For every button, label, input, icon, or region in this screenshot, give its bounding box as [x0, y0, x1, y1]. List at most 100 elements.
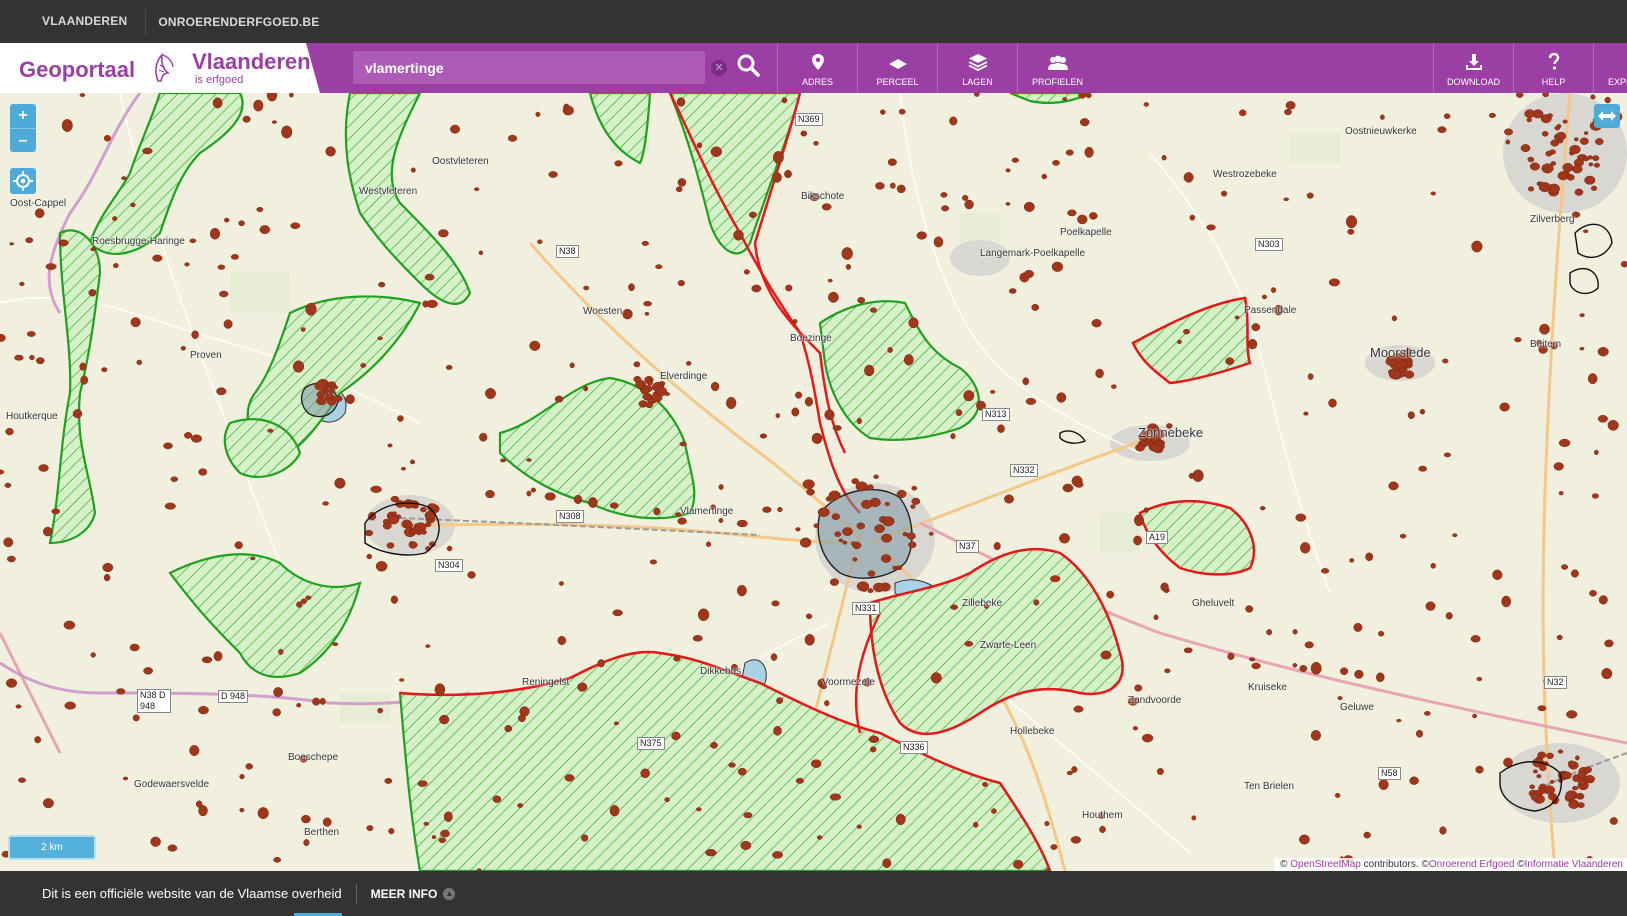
place-label: Poelkapelle: [1060, 227, 1112, 238]
brand-block[interactable]: Geoportaal Vlaanderen is erfgoed: [0, 43, 320, 93]
heritage-point: [686, 361, 692, 366]
topbar-link-vlaanderen[interactable]: VLAANDEREN: [0, 0, 145, 43]
heritage-point: [1572, 785, 1579, 791]
nav-lagen[interactable]: LAGEN: [937, 43, 1017, 93]
heritage-point: [653, 507, 661, 516]
nav-adres[interactable]: ADRES: [777, 43, 857, 93]
clear-search-icon[interactable]: ✕: [711, 60, 727, 76]
nav-adres-label: ADRES: [801, 77, 833, 87]
heritage-point: [300, 598, 307, 604]
nav-download[interactable]: DOWNLOAD: [1433, 43, 1513, 93]
heritage-point: [569, 362, 575, 369]
heritage-point: [850, 541, 857, 547]
heritage-point: [677, 280, 685, 287]
zoom-in-button[interactable]: +: [10, 104, 36, 128]
heritage-point: [1505, 139, 1511, 145]
nav-expert[interactable]: EXPE: [1593, 43, 1627, 93]
topbar-link-onroerenderfgoed[interactable]: ONROERENDERFGOED.BE: [145, 8, 337, 35]
heritage-point: [1592, 155, 1600, 161]
heritage-point: [1415, 729, 1424, 738]
zoom-out-button[interactable]: –: [10, 128, 36, 152]
heritage-point: [3, 537, 14, 548]
heritage-point: [1078, 93, 1087, 99]
heritage-point: [597, 659, 605, 668]
heritage-point: [1526, 117, 1532, 123]
heritage-point: [1225, 357, 1235, 366]
heritage-point: [889, 182, 896, 189]
more-info-button[interactable]: MEER INFO ▲: [357, 887, 456, 901]
heritage-point: [370, 485, 382, 493]
heritage-point: [423, 821, 430, 826]
heritage-point: [964, 640, 974, 647]
heritage-point: [29, 354, 35, 361]
heritage-point: [728, 762, 736, 768]
magnifier-icon[interactable]: [736, 53, 762, 79]
heritage-point: [1573, 137, 1579, 142]
heritage-point: [1074, 481, 1084, 488]
heritage-point: [841, 247, 853, 260]
heritage-point: [292, 360, 305, 373]
attribution-osm-link[interactable]: OpenStreetMap: [1290, 859, 1361, 870]
road-shield: N336: [900, 741, 928, 754]
heritage-point: [198, 705, 209, 715]
heritage-point: [1153, 614, 1159, 621]
heritage-point: [328, 388, 336, 394]
heritage-point: [1005, 202, 1011, 206]
heritage-point: [804, 396, 813, 407]
nav-perceel[interactable]: PERCEEL: [857, 43, 937, 93]
heritage-point: [1005, 168, 1011, 173]
heritage-point: [1409, 776, 1419, 785]
heritage-point: [884, 501, 890, 507]
heritage-point: [640, 768, 650, 779]
heritage-point: [799, 537, 812, 548]
heritage-point: [1365, 552, 1374, 562]
crosshair-icon: [13, 171, 33, 191]
heritage-point: [80, 375, 89, 385]
nav-lagen-label: LAGEN: [962, 77, 993, 87]
expand-panel-button[interactable]: [1594, 104, 1620, 128]
heritage-point: [573, 494, 583, 504]
heritage-point: [223, 319, 233, 329]
heritage-point: [1404, 370, 1415, 379]
heritage-point: [1418, 465, 1428, 472]
heritage-point: [392, 511, 397, 516]
search-input[interactable]: [353, 51, 705, 84]
heritage-point: [1532, 769, 1538, 774]
heritage-point: [718, 484, 724, 490]
heritage-point: [325, 146, 336, 157]
heritage-point: [1554, 125, 1561, 131]
heritage-point: [1320, 568, 1330, 574]
heritage-point: [776, 697, 784, 704]
attribution-iv-link[interactable]: Informatie Vlaanderen: [1525, 859, 1623, 870]
heritage-point: [1396, 718, 1402, 723]
heritage-point: [804, 634, 815, 646]
heritage-point: [386, 542, 395, 549]
heritage-point: [195, 800, 203, 808]
heritage-point: [132, 714, 140, 722]
heritage-point: [928, 531, 934, 536]
heritage-point: [402, 499, 415, 509]
heritage-point: [743, 269, 750, 275]
heritage-point: [916, 231, 927, 240]
place-label: Beitem: [1530, 339, 1562, 350]
locate-button[interactable]: [10, 168, 36, 194]
nav-help[interactable]: HELP: [1513, 43, 1593, 93]
scale-bar: 2 km: [8, 835, 96, 860]
heritage-point: [1085, 93, 1092, 99]
heritage-point: [784, 169, 792, 179]
heritage-point: [1442, 358, 1449, 364]
heritage-point: [143, 667, 153, 675]
map-canvas[interactable]: Oost-Cappel Roesbrugge-Haringe Proven Ho…: [0, 93, 1627, 871]
road-shield: N58: [1378, 767, 1401, 780]
attribution-oe-link[interactable]: Onroerend Erfgoed: [1429, 859, 1515, 870]
heritage-point: [856, 824, 862, 829]
heritage-point: [609, 502, 619, 509]
heritage-point: [1542, 93, 1549, 98]
heritage-point: [305, 595, 312, 600]
place-label: Oost-Cappel: [10, 198, 67, 209]
nav-profielen[interactable]: PROFIELEN: [1017, 43, 1097, 93]
heritage-point: [36, 357, 45, 365]
app-title: Geoportaal: [19, 57, 136, 82]
lion-logo-icon: [155, 52, 174, 82]
heritage-point: [773, 725, 782, 736]
